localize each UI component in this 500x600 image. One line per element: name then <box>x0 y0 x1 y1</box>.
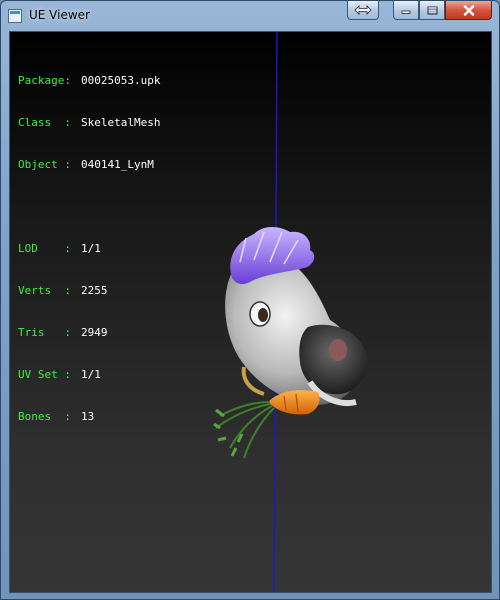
app-icon <box>8 9 22 23</box>
info-label: Tris : <box>18 326 71 339</box>
info-row-object: Object : 040141_LynM <box>18 158 160 172</box>
info-value: SkeletalMesh <box>81 116 161 129</box>
skeletal-mesh-model <box>213 227 367 459</box>
minimize-icon <box>401 10 411 14</box>
info-label: UV Set : <box>18 368 71 381</box>
info-row-lod: LOD : 1/1 <box>18 242 160 256</box>
minimize-button[interactable] <box>393 1 419 20</box>
info-row-uvset: UV Set : 1/1 <box>18 368 160 382</box>
info-value: 2255 <box>81 284 108 297</box>
info-value: 1/1 <box>81 242 101 255</box>
info-label: Bones : <box>18 410 71 423</box>
window-title: UE Viewer <box>29 8 90 22</box>
maximize-icon <box>427 6 437 14</box>
info-row-tris: Tris : 2949 <box>18 326 160 340</box>
maximize-button[interactable] <box>419 1 445 20</box>
info-row-bones: Bones : 13 <box>18 410 160 424</box>
info-value: 13 <box>81 410 95 423</box>
info-value: 1/1 <box>81 368 101 381</box>
title-bar[interactable]: UE Viewer <box>1 1 499 31</box>
app-window: UE Viewer Package: 00025053.upk Class: … <box>0 0 500 600</box>
double-arrow-icon <box>354 5 372 15</box>
info-spacer <box>18 200 160 214</box>
close-icon <box>463 4 474 16</box>
mesh-info-panel: Package: 00025053.upk Class : SkeletalMesh… <box>18 46 160 452</box>
info-label: Verts : <box>18 284 71 297</box>
close-button[interactable] <box>445 1 492 20</box>
info-label: Class : <box>18 116 71 129</box>
info-row-package: Package: 00025053.upk <box>18 74 160 88</box>
info-label: Object : <box>18 158 71 171</box>
info-value: 2949 <box>81 326 108 339</box>
info-label: LOD : <box>18 242 71 255</box>
info-label: Package: <box>18 74 71 87</box>
info-value: 040141_LynM <box>81 158 154 171</box>
extra-button[interactable] <box>347 1 379 20</box>
info-value: 00025053.upk <box>81 74 161 87</box>
info-row-verts: Verts : 2255 <box>18 284 160 298</box>
info-row-class: Class : SkeletalMesh <box>18 116 160 130</box>
3d-viewport[interactable]: Package: 00025053.upk Class : SkeletalMesh… <box>9 31 492 593</box>
